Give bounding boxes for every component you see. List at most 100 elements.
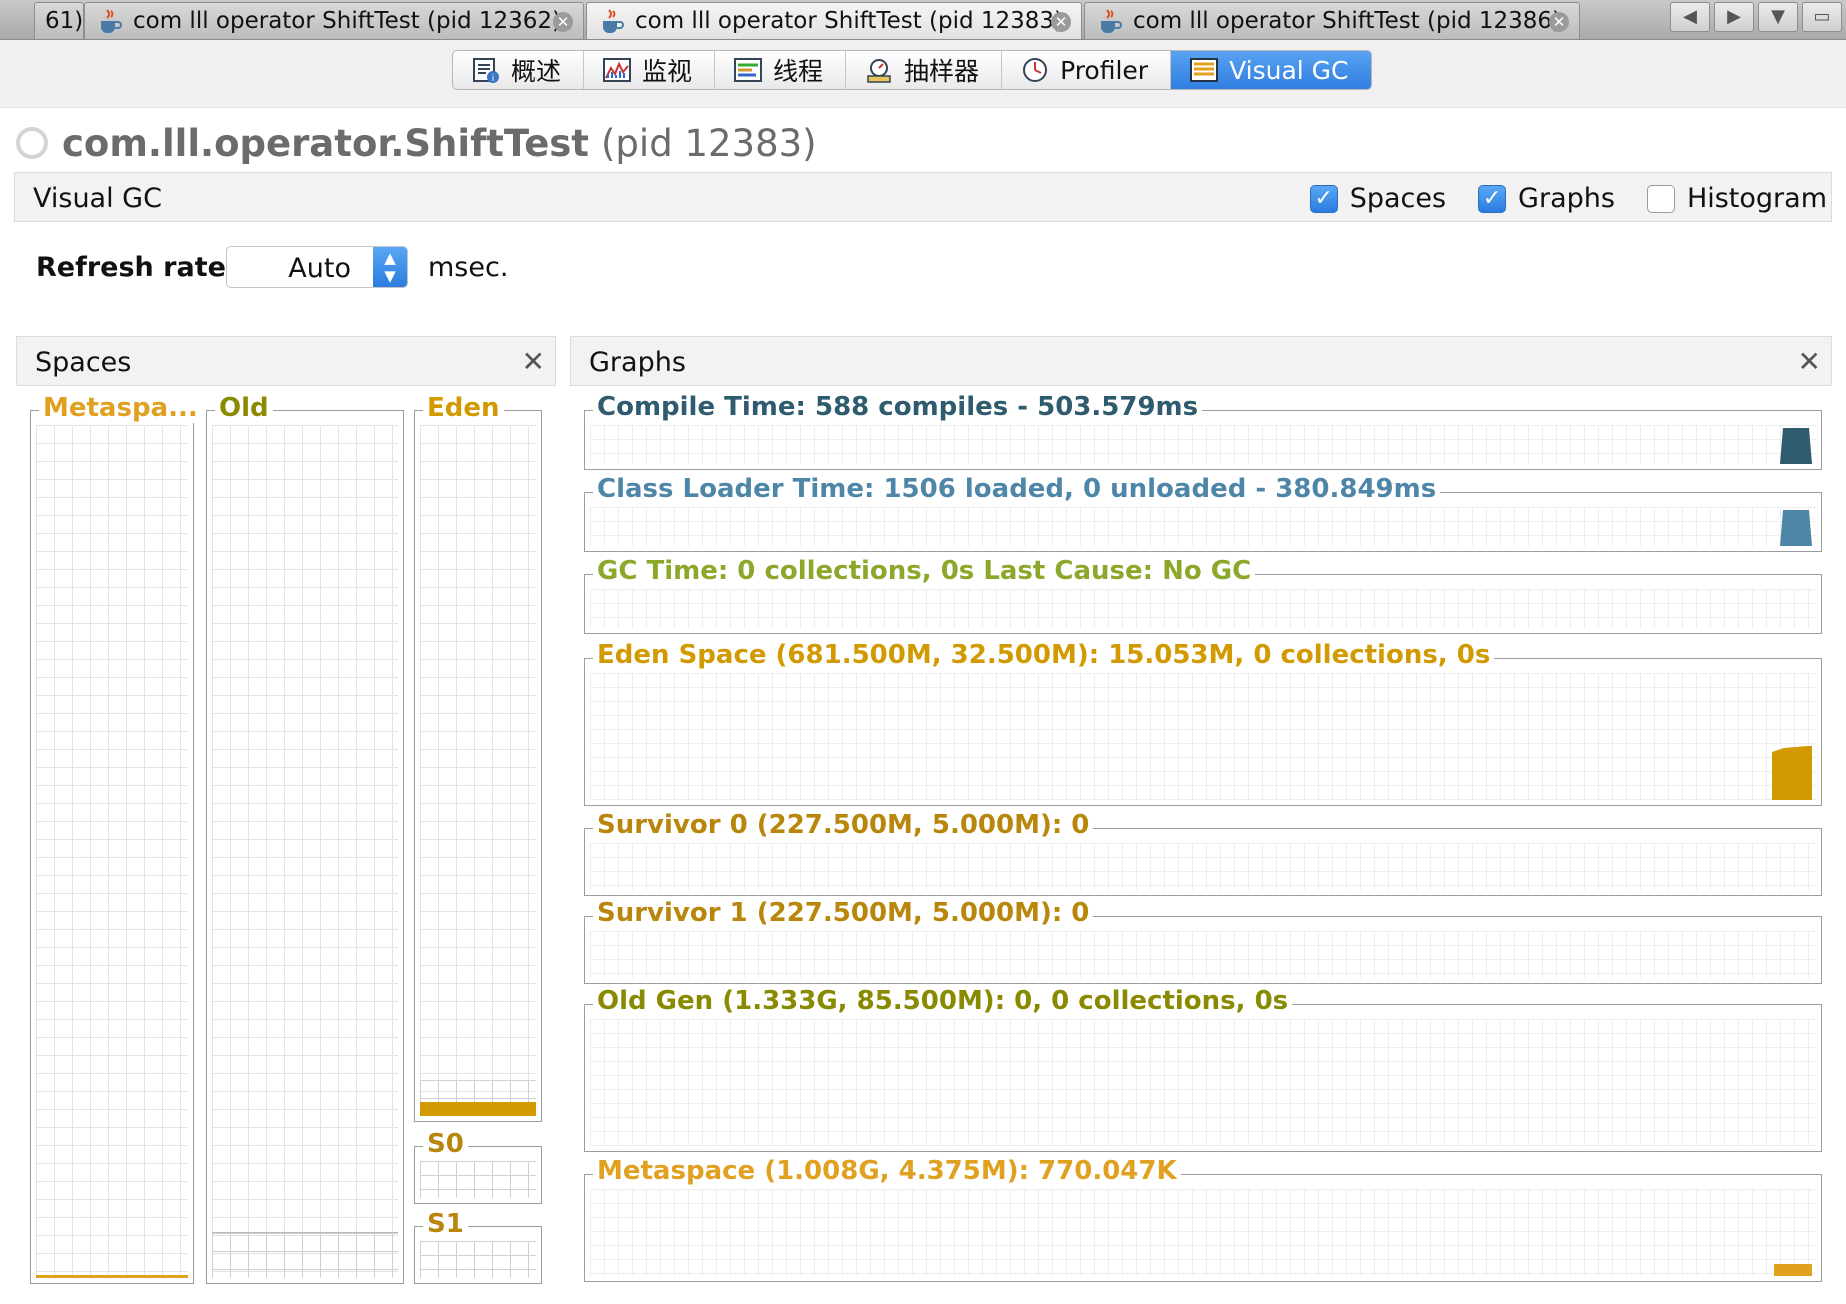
survivor0-graph: Survivor 0 (227.500M, 5.000M): 0 (584, 810, 1822, 896)
eden-space-graph: Eden Space (681.500M, 32.500M): 15.053M,… (584, 640, 1822, 806)
refresh-rate-select[interactable]: Auto ▲ ▼ (226, 246, 408, 288)
sampler-icon (867, 59, 891, 83)
survivor1-space-grid (420, 1241, 536, 1278)
doc-tab-label: 61) (45, 8, 84, 34)
compile-time-plot (590, 425, 1816, 464)
survivor0-space: S0 (414, 1129, 542, 1204)
doc-tab-label: com lll operator ShiftTest (pid 12383) (635, 8, 1064, 34)
process-name: com.lll.operator.ShiftTest (62, 121, 589, 165)
java-cup-icon (101, 9, 122, 33)
class-loader-time-spike (1780, 510, 1812, 546)
survivor0-space-grid (420, 1161, 536, 1198)
old-space-label: Old (215, 393, 273, 423)
tab-label: 监视 (642, 57, 693, 86)
monitor-icon (603, 58, 632, 82)
window-controls: ◀ ▶ ▼ ▭ (1670, 2, 1846, 34)
tab-visual-gc[interactable]: Visual GC (1171, 51, 1371, 89)
eden-space-grid (420, 425, 536, 1116)
survivor0-graph-label: Survivor 0 (227.500M, 5.000M): 0 (593, 810, 1094, 840)
eden-space-fill (420, 1102, 536, 1116)
doc-tab-0[interactable]: 61) (34, 2, 84, 39)
metaspace-graph-label: Metaspace (1.008G, 4.375M): 770.047K (593, 1156, 1181, 1186)
spaces-panel-title: Spaces (35, 347, 132, 378)
survivor1-graph-label: Survivor 1 (227.500M, 5.000M): 0 (593, 898, 1094, 928)
compile-time-label: Compile Time: 588 compiles - 503.579ms (593, 392, 1203, 422)
doc-tab-label: com lll operator ShiftTest (pid 12362) (133, 8, 562, 34)
document-tab-bar: 61) com lll operator ShiftTest (pid 1236… (0, 0, 1846, 40)
metaspace-spike (1774, 1264, 1812, 1276)
old-space-allocated (212, 1232, 398, 1278)
doc-tab-2[interactable]: com lll operator ShiftTest (pid 12383) ✕ (586, 2, 1082, 39)
class-loader-time-graph: Class Loader Time: 1506 loaded, 0 unload… (584, 474, 1822, 552)
survivor1-graph: Survivor 1 (227.500M, 5.000M): 0 (584, 898, 1822, 984)
close-icon[interactable]: ✕ (1549, 12, 1569, 32)
process-title: com.lll.operator.ShiftTest (pid 12383) (16, 118, 817, 168)
graphs-panel-header: Graphs ✕ (570, 336, 1832, 386)
checkbox-unchecked-icon (1646, 184, 1675, 213)
metaspace-space-grid (36, 425, 188, 1278)
survivor0-plot (590, 843, 1816, 890)
old-space-grid (212, 425, 398, 1278)
eden-space: Eden (414, 393, 542, 1122)
eden-space-label: Eden (423, 393, 504, 423)
tab-monitor[interactable]: 监视 (584, 51, 716, 89)
threads-icon (734, 58, 763, 82)
close-icon[interactable]: ✕ (553, 12, 573, 32)
gc-time-plot (590, 589, 1816, 628)
compile-time-spike (1780, 428, 1812, 464)
old-gen-graph-label: Old Gen (1.333G, 85.500M): 0, 0 collecti… (593, 986, 1293, 1016)
checkbox-label: Histogram (1686, 183, 1827, 214)
tab-label: Visual GC (1229, 55, 1349, 85)
graphs-checkbox[interactable]: ✓ Graphs (1478, 183, 1615, 214)
view-options: ✓ Spaces ✓ Graphs Histogram (1309, 183, 1827, 214)
tab-threads[interactable]: 线程 (715, 51, 847, 89)
class-loader-time-label: Class Loader Time: 1506 loaded, 0 unload… (593, 474, 1441, 504)
metaspace-space-label: Metaspa... (39, 393, 202, 423)
tool-bar: i 概述 监视 线程 抽样器 Profiler Visual GC (0, 40, 1846, 108)
java-cup-icon (603, 9, 624, 33)
survivor1-plot (590, 931, 1816, 978)
graphs-panel-title: Graphs (589, 347, 686, 378)
status-spinner-icon (16, 127, 48, 159)
refresh-rate-value: Auto (288, 253, 351, 284)
old-gen-graph: Old Gen (1.333G, 85.500M): 0, 0 collecti… (584, 986, 1822, 1152)
tab-profiler[interactable]: Profiler (1002, 51, 1172, 89)
maximize-icon[interactable]: ▭ (1802, 2, 1842, 32)
tab-label: Profiler (1060, 55, 1149, 85)
spaces-checkbox[interactable]: ✓ Spaces (1309, 183, 1447, 214)
close-icon[interactable]: ✕ (522, 345, 545, 378)
svg-text:i: i (492, 74, 495, 84)
doc-tab-3[interactable]: com lll operator ShiftTest (pid 12386) ✕ (1084, 2, 1580, 39)
tab-label: 抽样器 (904, 57, 980, 86)
tab-overview[interactable]: i 概述 (453, 51, 585, 89)
java-cup-icon (1101, 9, 1122, 33)
doc-tab-1[interactable]: com lll operator ShiftTest (pid 12362) ✕ (84, 2, 584, 39)
profiler-icon (1023, 58, 1048, 82)
tool-tabs: i 概述 监视 线程 抽样器 Profiler Visual GC (452, 50, 1372, 90)
tab-list-icon[interactable]: ▼ (1758, 2, 1798, 32)
eden-space-spike (1772, 746, 1812, 800)
metaspace-space: Metaspa... (30, 393, 202, 1284)
checkbox-checked-icon: ✓ (1478, 184, 1507, 213)
scroll-right-icon[interactable]: ▶ (1714, 2, 1754, 32)
spaces-panel-header: Spaces ✕ (16, 336, 556, 386)
scroll-left-icon[interactable]: ◀ (1670, 2, 1710, 32)
class-loader-time-plot (590, 507, 1816, 546)
survivor1-space: S1 (414, 1209, 542, 1284)
old-gen-plot (590, 1019, 1816, 1146)
close-icon[interactable]: ✕ (1798, 345, 1821, 378)
gc-time-graph: GC Time: 0 collections, 0s Last Cause: N… (584, 556, 1822, 634)
eden-space-plot (590, 673, 1816, 800)
metaspace-graph: Metaspace (1.008G, 4.375M): 770.047K (584, 1156, 1822, 1282)
metaspace-plot (590, 1189, 1816, 1276)
visual-gc-header: Visual GC ✓ Spaces ✓ Graphs Histogram (14, 172, 1832, 222)
process-pid: (pid 12383) (601, 121, 817, 165)
checkbox-label: Spaces (1349, 183, 1447, 214)
visual-gc-icon (1190, 58, 1219, 82)
histogram-checkbox[interactable]: Histogram (1646, 183, 1827, 214)
tab-sampler[interactable]: 抽样器 (846, 51, 1003, 89)
checkbox-checked-icon: ✓ (1309, 184, 1338, 213)
old-space: Old (206, 393, 404, 1284)
tab-label: 线程 (773, 57, 824, 86)
close-icon[interactable]: ✕ (1051, 12, 1071, 32)
